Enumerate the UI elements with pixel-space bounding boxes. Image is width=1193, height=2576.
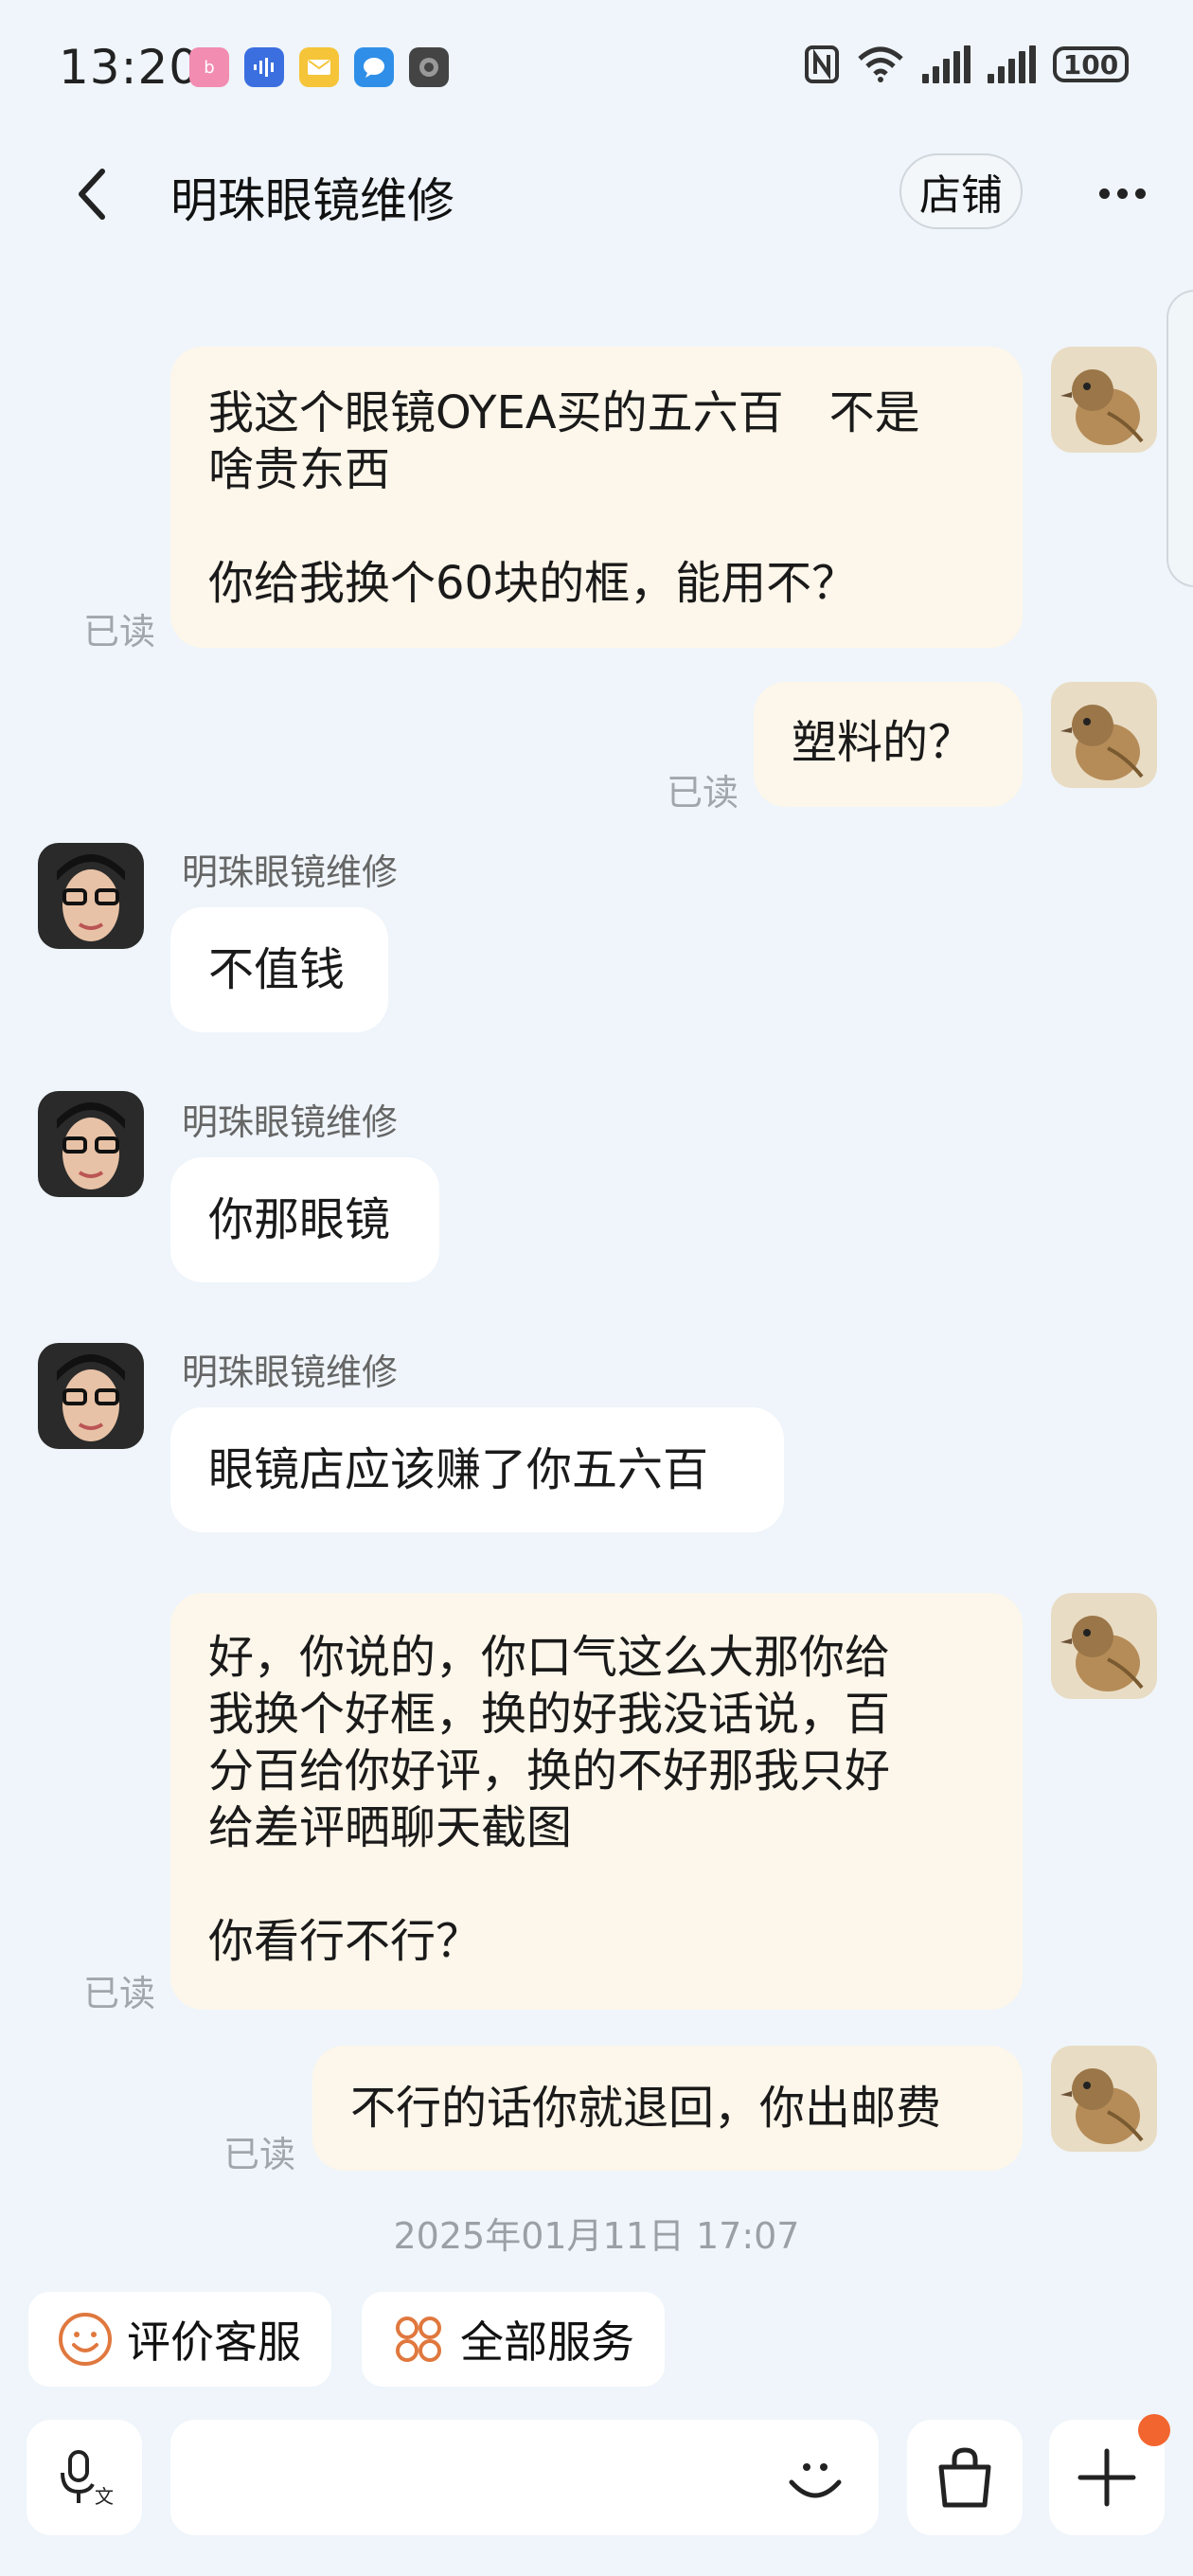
shopping-bag-icon [938,2447,991,2508]
clock: 13:20 [59,40,201,95]
read-receipt: 已读 [83,1973,156,2014]
sender-name: 明珠眼镜维修 [182,1101,399,1143]
read-receipt: 已读 [667,772,739,814]
message-timestamp: 2025年01月11日 17:07 [393,2215,800,2257]
nfc-icon [805,45,839,83]
message-bubble-outgoing[interactable]: 好，你说的，你口气这么大那你给 我换个好框，换的好我没话说，百 分百给你好评，换… [170,1593,1023,2010]
message-bubble-outgoing[interactable]: 不行的话你就退回，你出邮费 [312,2046,1023,2171]
message-input[interactable] [170,2420,879,2535]
more-button[interactable] [1089,165,1155,222]
more-dot [1116,188,1128,199]
shop-avatar[interactable] [38,1091,144,1197]
more-dot [1134,188,1146,199]
back-button[interactable] [64,163,117,225]
signal-icon-2 [988,45,1036,83]
microphone-icon: 文 [61,2450,114,2508]
rate-service-button[interactable]: 评价客服 [28,2292,331,2387]
message-bubble-incoming[interactable]: 不值钱 [170,907,388,1032]
user-avatar[interactable] [1051,2046,1157,2152]
message-icon [354,47,394,87]
read-receipt: 已读 [223,2134,296,2175]
shop-avatar[interactable] [38,843,144,949]
more-actions-button[interactable] [1049,2414,1170,2535]
svg-text:文: 文 [95,2485,114,2508]
bilibili-icon: b [189,47,229,87]
shopping-bag-button[interactable] [907,2420,1023,2535]
status-indicators: 100 [805,45,1129,83]
page-title: 明珠眼镜维修 [170,173,454,228]
all-services-label: 全部服务 [460,2317,634,2368]
all-services-button[interactable]: 全部服务 [362,2292,665,2387]
plus-icon [1077,2448,1136,2507]
notification-dot [1138,2414,1170,2446]
side-drawer-handle[interactable] [1166,290,1193,587]
message-bubble-incoming[interactable]: 你那眼镜 [170,1157,439,1282]
more-dot [1098,188,1110,199]
app-icon [409,47,449,87]
message-bubble-outgoing[interactable]: 我这个眼镜OYEA买的五六百 不是 啥贵东西 你给我换个60块的框，能用不？ [170,347,1023,648]
rate-service-label: 评价客服 [127,2317,301,2368]
message-bubble-outgoing[interactable]: 塑料的？ [754,682,1023,807]
user-avatar[interactable] [1051,1593,1157,1699]
notification-icons: b [189,47,449,87]
status-bar: 13:20 b 100 [0,0,1193,133]
sender-name: 明珠眼镜维修 [182,1351,399,1393]
user-avatar[interactable] [1051,347,1157,453]
user-avatar[interactable] [1051,682,1157,788]
battery-indicator: 100 [1053,46,1129,82]
sender-name: 明珠眼镜维修 [182,851,399,893]
read-receipt: 已读 [83,611,156,653]
input-bar: 文 [0,2410,1193,2576]
grid-icon [390,2311,447,2368]
signal-icon [922,45,970,83]
mail-icon [299,47,339,87]
shop-button[interactable]: 店铺 [899,153,1023,229]
voice-input-button[interactable]: 文 [27,2420,142,2535]
wifi-icon [858,46,903,82]
shop-avatar[interactable] [38,1343,144,1449]
voice-recorder-icon [244,47,284,87]
message-bubble-incoming[interactable]: 眼镜店应该赚了你五六百 [170,1407,784,1532]
emoji-icon [789,2463,842,2498]
smiley-icon [57,2311,114,2368]
chevron-left-icon [79,169,105,220]
chat-header: 明珠眼镜维修 店铺 [0,142,1193,246]
